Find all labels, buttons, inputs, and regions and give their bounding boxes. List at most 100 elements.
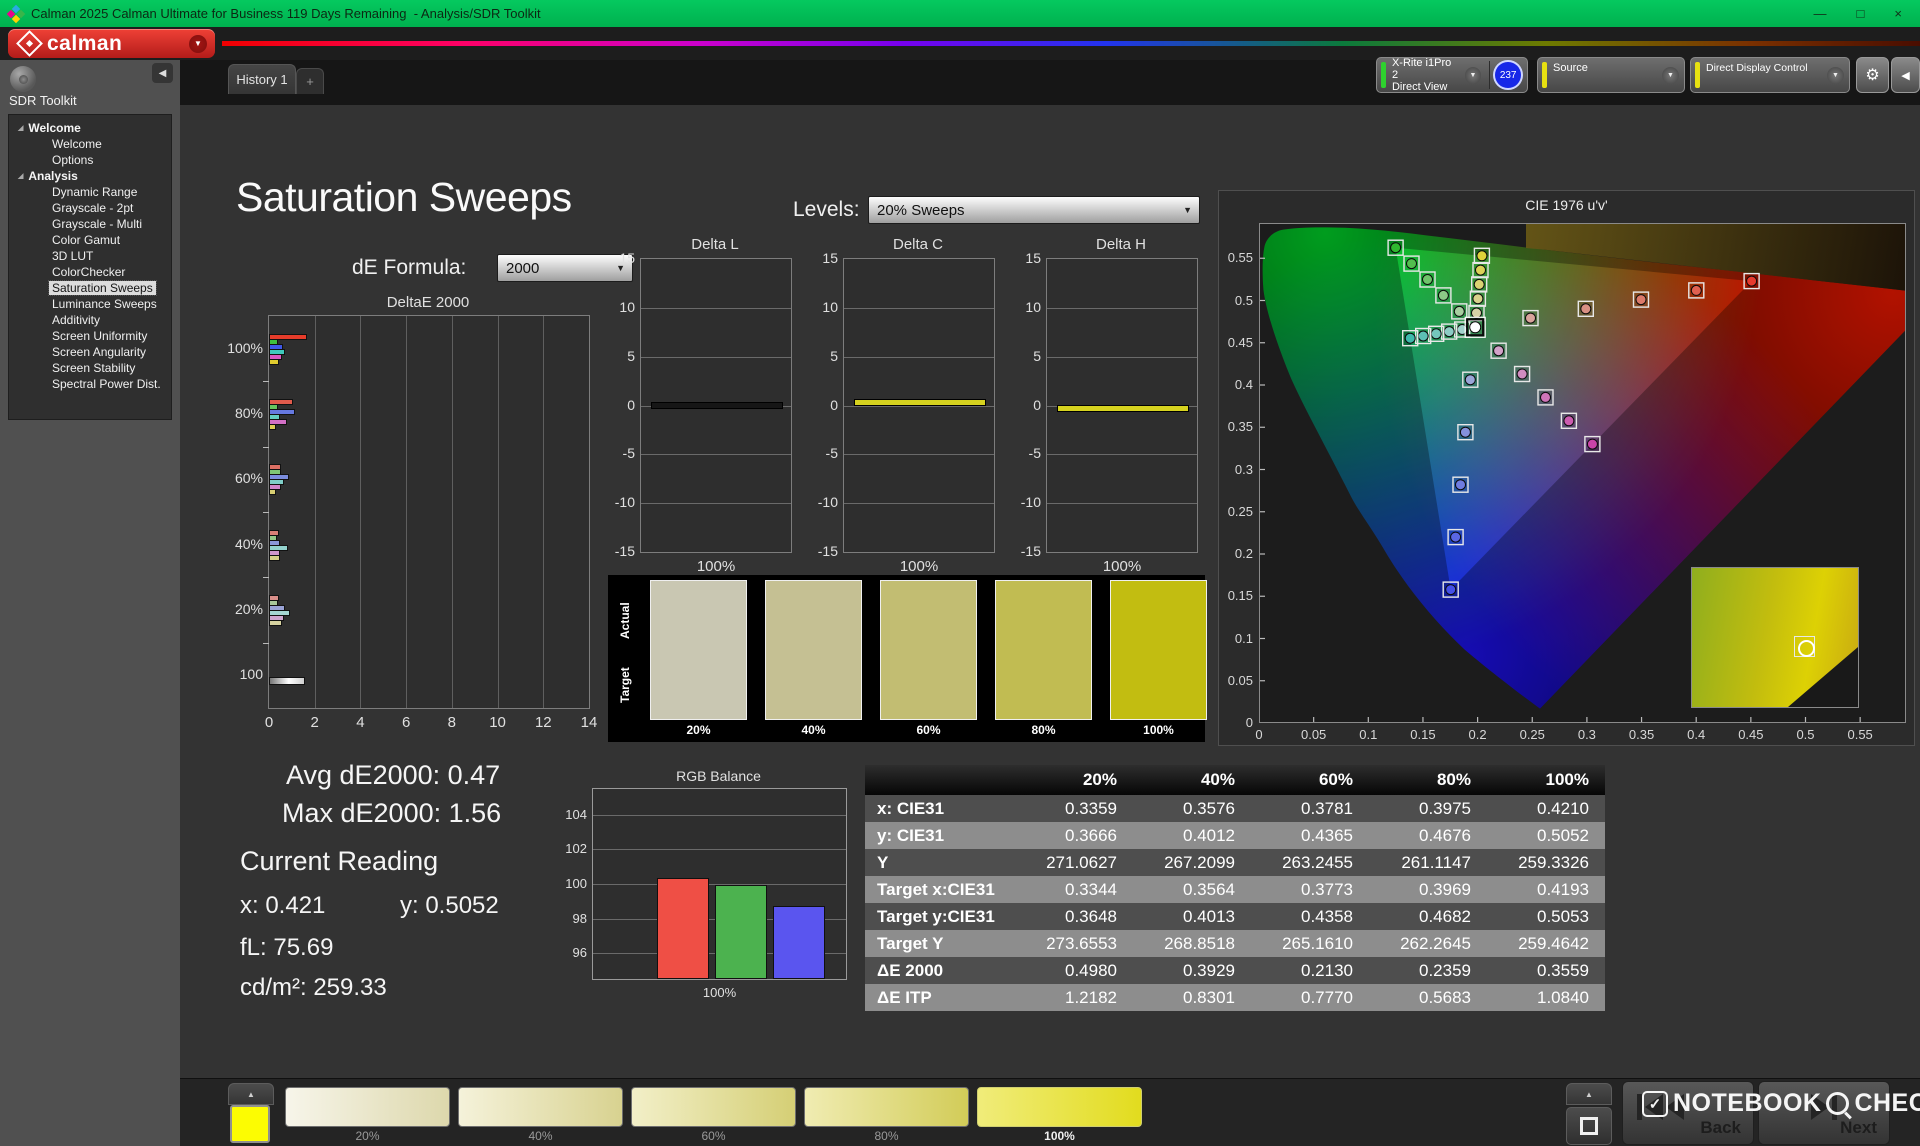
table-cell: 268.8518 — [1133, 934, 1251, 954]
cie-x-tick-label: 0.3 — [1565, 727, 1609, 742]
sidebar-item-color-gamut[interactable]: Color Gamut — [9, 232, 171, 248]
sidebar-item-screen-stability[interactable]: Screen Stability — [9, 360, 171, 376]
table-cell: 259.4642 — [1487, 934, 1605, 954]
sidebar-title: SDR Toolkit — [9, 93, 77, 108]
cie-zoom-inset — [1691, 567, 1859, 708]
sequence-swatch-100%[interactable] — [977, 1087, 1142, 1127]
table-cell: 0.3666 — [1015, 826, 1133, 846]
sequence-swatch-80%[interactable] — [804, 1087, 969, 1127]
sidebar-item-spectral-power-dist-[interactable]: Spectral Power Dist. — [9, 376, 171, 392]
window-title: Calman 2025 Calman Ultimate for Business… — [31, 6, 541, 21]
gridline — [1047, 454, 1197, 455]
display-control-dropdown[interactable]: Direct Display Control ▼ — [1690, 57, 1850, 93]
tree-item-label: Saturation Sweeps — [49, 281, 156, 295]
table-cell: 0.3781 — [1251, 799, 1369, 819]
add-tab-button[interactable]: + — [296, 68, 324, 94]
source-status-bar — [1542, 62, 1547, 88]
sidebar-item-dynamic-range[interactable]: Dynamic Range — [9, 184, 171, 200]
stop-button[interactable] — [1566, 1107, 1612, 1145]
expand-nav-panel-button[interactable]: ▲ — [1566, 1083, 1612, 1105]
delta-c-chart: 151050-5-10-15100% — [843, 258, 995, 553]
next-label: Next — [1840, 1118, 1877, 1138]
chevron-down-icon[interactable]: ▼ — [1662, 67, 1679, 84]
meter-dropdown[interactable]: X-Rite i1Pro 2Direct View ▼ 237 — [1376, 57, 1528, 93]
bar-red — [657, 878, 709, 979]
levels-select[interactable]: 20% Sweeps ▼ — [868, 196, 1200, 224]
table-cell: 0.4193 — [1487, 880, 1605, 900]
sidebar-item-additivity[interactable]: Additivity — [9, 312, 171, 328]
sequence-swatch-20%[interactable] — [285, 1087, 450, 1127]
chevron-down-icon[interactable]: ▼ — [1465, 67, 1482, 84]
sequence-swatch-label: 40% — [458, 1129, 623, 1143]
gridline — [844, 406, 994, 407]
sidebar-item-colorchecker[interactable]: ColorChecker — [9, 264, 171, 280]
gridline — [360, 316, 361, 708]
table-cell: 1.0840 — [1487, 988, 1605, 1008]
source-dropdown[interactable]: Source ▼ — [1537, 57, 1685, 93]
tree-item-label: Dynamic Range — [49, 185, 140, 199]
sidebar-pin-button[interactable] — [10, 66, 36, 92]
table-column-header: 60% — [1251, 770, 1369, 790]
sidebar-item-screen-uniformity[interactable]: Screen Uniformity — [9, 328, 171, 344]
y-tick-label: -15 — [1003, 543, 1041, 559]
tree-group-welcome[interactable]: ◢Welcome — [9, 120, 171, 136]
current-reading-heading: Current Reading — [240, 846, 438, 877]
sidebar-item-grayscale-multi[interactable]: Grayscale - Multi — [9, 216, 171, 232]
gridline — [641, 308, 791, 309]
sequence-swatch-40%[interactable] — [458, 1087, 623, 1127]
display-control-status-bar — [1695, 62, 1700, 88]
y-tick-label: -5 — [1003, 445, 1041, 461]
workflow-tree: ◢WelcomeWelcomeOptions ◢ Analysis Dynamic R… — [8, 114, 172, 420]
minimize-button[interactable]: — — [1814, 6, 1827, 21]
gridline — [844, 308, 994, 309]
expand-patch-panel-button[interactable]: ▲ — [228, 1083, 274, 1105]
current-y: y: 0.5052 — [400, 892, 499, 920]
tree-expand-icon[interactable]: ◢ — [18, 124, 23, 132]
table-cell: 0.3969 — [1369, 880, 1487, 900]
close-button[interactable]: × — [1894, 6, 1902, 21]
table-column-header: 100% — [1487, 770, 1605, 790]
tree-group-label: Analysis — [28, 169, 77, 183]
table-cell: 0.4365 — [1251, 826, 1369, 846]
bar-blue — [773, 906, 825, 979]
sidebar-item-saturation-sweeps[interactable]: Saturation Sweeps — [9, 280, 171, 296]
x-tick-label: 4 — [340, 714, 380, 731]
tree-group-analysis[interactable]: ◢ Analysis — [9, 168, 171, 184]
gridline — [593, 815, 846, 816]
tree-item-label: Grayscale - Multi — [49, 217, 145, 231]
table-cell: 271.0627 — [1015, 853, 1133, 873]
table-row: Target y:CIE310.36480.40130.43580.46820.… — [865, 903, 1605, 930]
cie-measured-point-blue — [1465, 375, 1475, 385]
sidebar-item-grayscale-2pt[interactable]: Grayscale - 2pt — [9, 200, 171, 216]
calman-menu-button[interactable]: calman ▼ — [8, 29, 215, 58]
sidebar-item-options[interactable]: Options — [9, 152, 171, 168]
sidebar-item-3d-lut[interactable]: 3D LUT — [9, 248, 171, 264]
de-formula-label: dE Formula: — [352, 256, 466, 280]
cie-title: CIE 1976 u'v' — [1219, 197, 1914, 213]
bar-yellow — [269, 620, 282, 626]
de-formula-value: 2000 — [498, 260, 539, 277]
maximize-button[interactable]: □ — [1857, 6, 1865, 21]
gridline — [315, 316, 316, 708]
patch-swatch-40% — [765, 580, 862, 720]
chevron-down-icon[interactable]: ▼ — [1827, 67, 1844, 84]
settings-button[interactable]: ⚙ — [1856, 57, 1889, 93]
sidebar-item-screen-angularity[interactable]: Screen Angularity — [9, 344, 171, 360]
table-row: ΔE 20000.49800.39290.21300.23590.3559 — [865, 957, 1605, 984]
y-tick-label: 0 — [800, 397, 838, 413]
sequence-swatch-60%[interactable] — [631, 1087, 796, 1127]
sidebar-item-welcome[interactable]: Welcome — [9, 136, 171, 152]
sequence-swatch-label: 80% — [804, 1129, 969, 1143]
sidebar-item-luminance-sweeps[interactable]: Luminance Sweeps — [9, 296, 171, 312]
tab-history-1[interactable]: History 1 — [228, 64, 296, 94]
cie-measured-point-green — [1438, 290, 1448, 300]
tree-item-label: Additivity — [49, 313, 103, 327]
tree-expand-icon[interactable]: ◢ — [18, 172, 23, 180]
chevron-down-icon[interactable]: ▼ — [189, 35, 207, 53]
collapse-panel-button[interactable]: ◀ — [1891, 57, 1920, 93]
gridline — [844, 454, 994, 455]
meter-label: X-Rite i1Pro 2Direct View — [1392, 57, 1460, 93]
table-row: y: CIE310.36660.40120.43650.46760.5052 — [865, 822, 1605, 849]
sidebar-collapse-button[interactable]: ◀ — [152, 63, 173, 83]
tree-item-label: 3D LUT — [49, 249, 96, 263]
